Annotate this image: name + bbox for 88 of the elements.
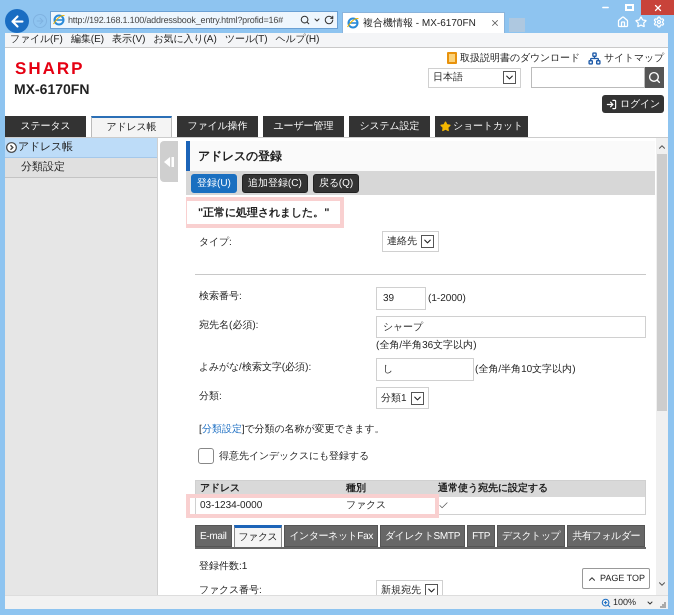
home-icon[interactable]: [617, 16, 629, 28]
menu-item[interactable]: 表示(V): [112, 34, 146, 46]
address-type-tab[interactable]: FTP: [467, 525, 496, 547]
address-type-tab[interactable]: ファクス: [234, 525, 282, 547]
collapse-icon: [164, 156, 174, 166]
url-text: http://192.168.1.100/addressbook_entry.html?profid=16#: [68, 14, 283, 26]
fax-number-select[interactable]: 新規宛先: [376, 580, 443, 595]
nav-tab[interactable]: ステータス: [5, 116, 86, 137]
field-hint: (1-2000): [428, 292, 466, 305]
nav-tab[interactable]: ユーザー管理: [263, 116, 344, 137]
nav-tab[interactable]: ショートカット: [435, 116, 528, 137]
input-field[interactable]: し: [376, 358, 474, 381]
field-hint: (全角/半角10文字以内): [475, 363, 576, 376]
address-type-tab[interactable]: ダイレクトSMTP: [380, 525, 466, 547]
category-note: [分類設定]で分類の名称が変更できます。: [199, 423, 385, 436]
browser-logo-icon: [53, 14, 65, 26]
search-field[interactable]: [531, 67, 645, 88]
close-tab-icon[interactable]: [490, 18, 500, 28]
search-button[interactable]: [645, 67, 664, 88]
menu-item[interactable]: ヘルプ(H): [276, 34, 320, 46]
menu-item[interactable]: お気に入り(A): [153, 34, 217, 46]
login-icon: [606, 98, 617, 110]
field-label: タイプ:: [199, 236, 232, 249]
page-heading: アドレスの登録: [186, 141, 655, 171]
status-message: "正常に処理されました。": [198, 206, 330, 220]
search-icon: [648, 71, 661, 84]
sitemap-icon: [588, 52, 601, 64]
zoom-icon: [600, 598, 611, 608]
address-field[interactable]: http://192.168.1.100/addressbook_entry.html?profid=16#: [50, 11, 338, 29]
login-button[interactable]: ログイン: [602, 95, 664, 113]
field-label: よみがな/検索文字(必須):: [199, 361, 312, 374]
column-header: アドレス: [199, 482, 241, 496]
close-icon: [652, 2, 662, 12]
column-header: 種別: [344, 482, 367, 496]
input-field[interactable]: シャープ: [376, 316, 646, 338]
star-icon[interactable]: [635, 16, 647, 28]
menu-item[interactable]: ツール(T): [224, 34, 268, 46]
field-label: ファクス番号:: [199, 584, 262, 595]
column-header: 通常使う宛先に設定する: [437, 481, 549, 496]
model-name: MX-6170FN: [14, 81, 90, 98]
nav-tab[interactable]: ファイル操作: [177, 116, 258, 137]
header-link[interactable]: サイトマップ: [588, 52, 664, 64]
menu-item[interactable]: ファイル(F): [10, 34, 63, 46]
toolbar-button[interactable]: 追加登録(C): [242, 174, 308, 192]
maximize-icon: [624, 4, 634, 11]
nav-tab[interactable]: システム設定: [349, 116, 430, 137]
book-icon: [447, 52, 457, 64]
refresh-icon[interactable]: [324, 15, 334, 25]
table-cell-text: 03-1234-0000: [199, 499, 264, 513]
address-type-tab[interactable]: インターネットFax: [284, 525, 378, 547]
menu-item[interactable]: 編集(E): [70, 34, 104, 46]
address-type-tab[interactable]: E-mail: [195, 525, 232, 547]
language-select[interactable]: 日本語: [428, 68, 521, 88]
sidebar-item[interactable]: アドレス帳: [5, 138, 157, 158]
resize-grip-icon: [660, 602, 666, 608]
address-type-tab[interactable]: 共有フォルダー: [567, 525, 646, 547]
field-label: 宛先名(必須):: [199, 319, 258, 332]
zoom-button[interactable]: 100%: [600, 596, 636, 609]
browser-tab[interactable]: 複合機情報 - MX-6170FN: [342, 12, 505, 33]
dropdown-caret-icon[interactable]: [646, 598, 654, 606]
toolbar-button[interactable]: 登録(U): [191, 174, 237, 192]
address-type-tab[interactable]: デスクトップ: [497, 525, 566, 547]
scrollbar-thumb[interactable]: [657, 154, 667, 411]
field-label: 分類:: [199, 390, 222, 403]
settings-icon[interactable]: [653, 16, 665, 28]
table-cell-text: ファクス: [345, 499, 387, 513]
toolbar-button[interactable]: 戻る(Q): [312, 174, 360, 192]
browser-logo-icon: [347, 17, 359, 29]
nav-tab[interactable]: アドレス帳: [91, 116, 172, 137]
dropdown-caret-icon[interactable]: [313, 16, 321, 24]
field-label: 検索番号:: [199, 290, 242, 303]
checkbox-label: 得意先インデックスにも登録する: [219, 450, 369, 462]
page-top-button[interactable]: PAGE TOP: [582, 568, 650, 589]
close-button[interactable]: [641, 0, 674, 15]
header-link[interactable]: 取扱説明書のダウンロード: [447, 52, 580, 64]
checkbox[interactable]: [198, 448, 214, 464]
back-button[interactable]: [5, 9, 29, 33]
field-hint: (全角/半角36文字以内): [376, 339, 477, 352]
category-settings-link[interactable]: 分類設定: [202, 424, 242, 435]
input-field[interactable]: 39: [376, 287, 426, 310]
type-select[interactable]: 連絡先: [382, 231, 439, 252]
search-icon[interactable]: [300, 15, 310, 25]
category-select[interactable]: 分類1: [376, 387, 429, 409]
registered-count: 登録件数:1: [199, 560, 248, 573]
star-icon: [440, 121, 451, 132]
sidebar-item[interactable]: 分類設定: [5, 158, 157, 178]
sharp-logo: SHARP: [15, 60, 85, 77]
circle-chevron-icon: [6, 142, 17, 153]
